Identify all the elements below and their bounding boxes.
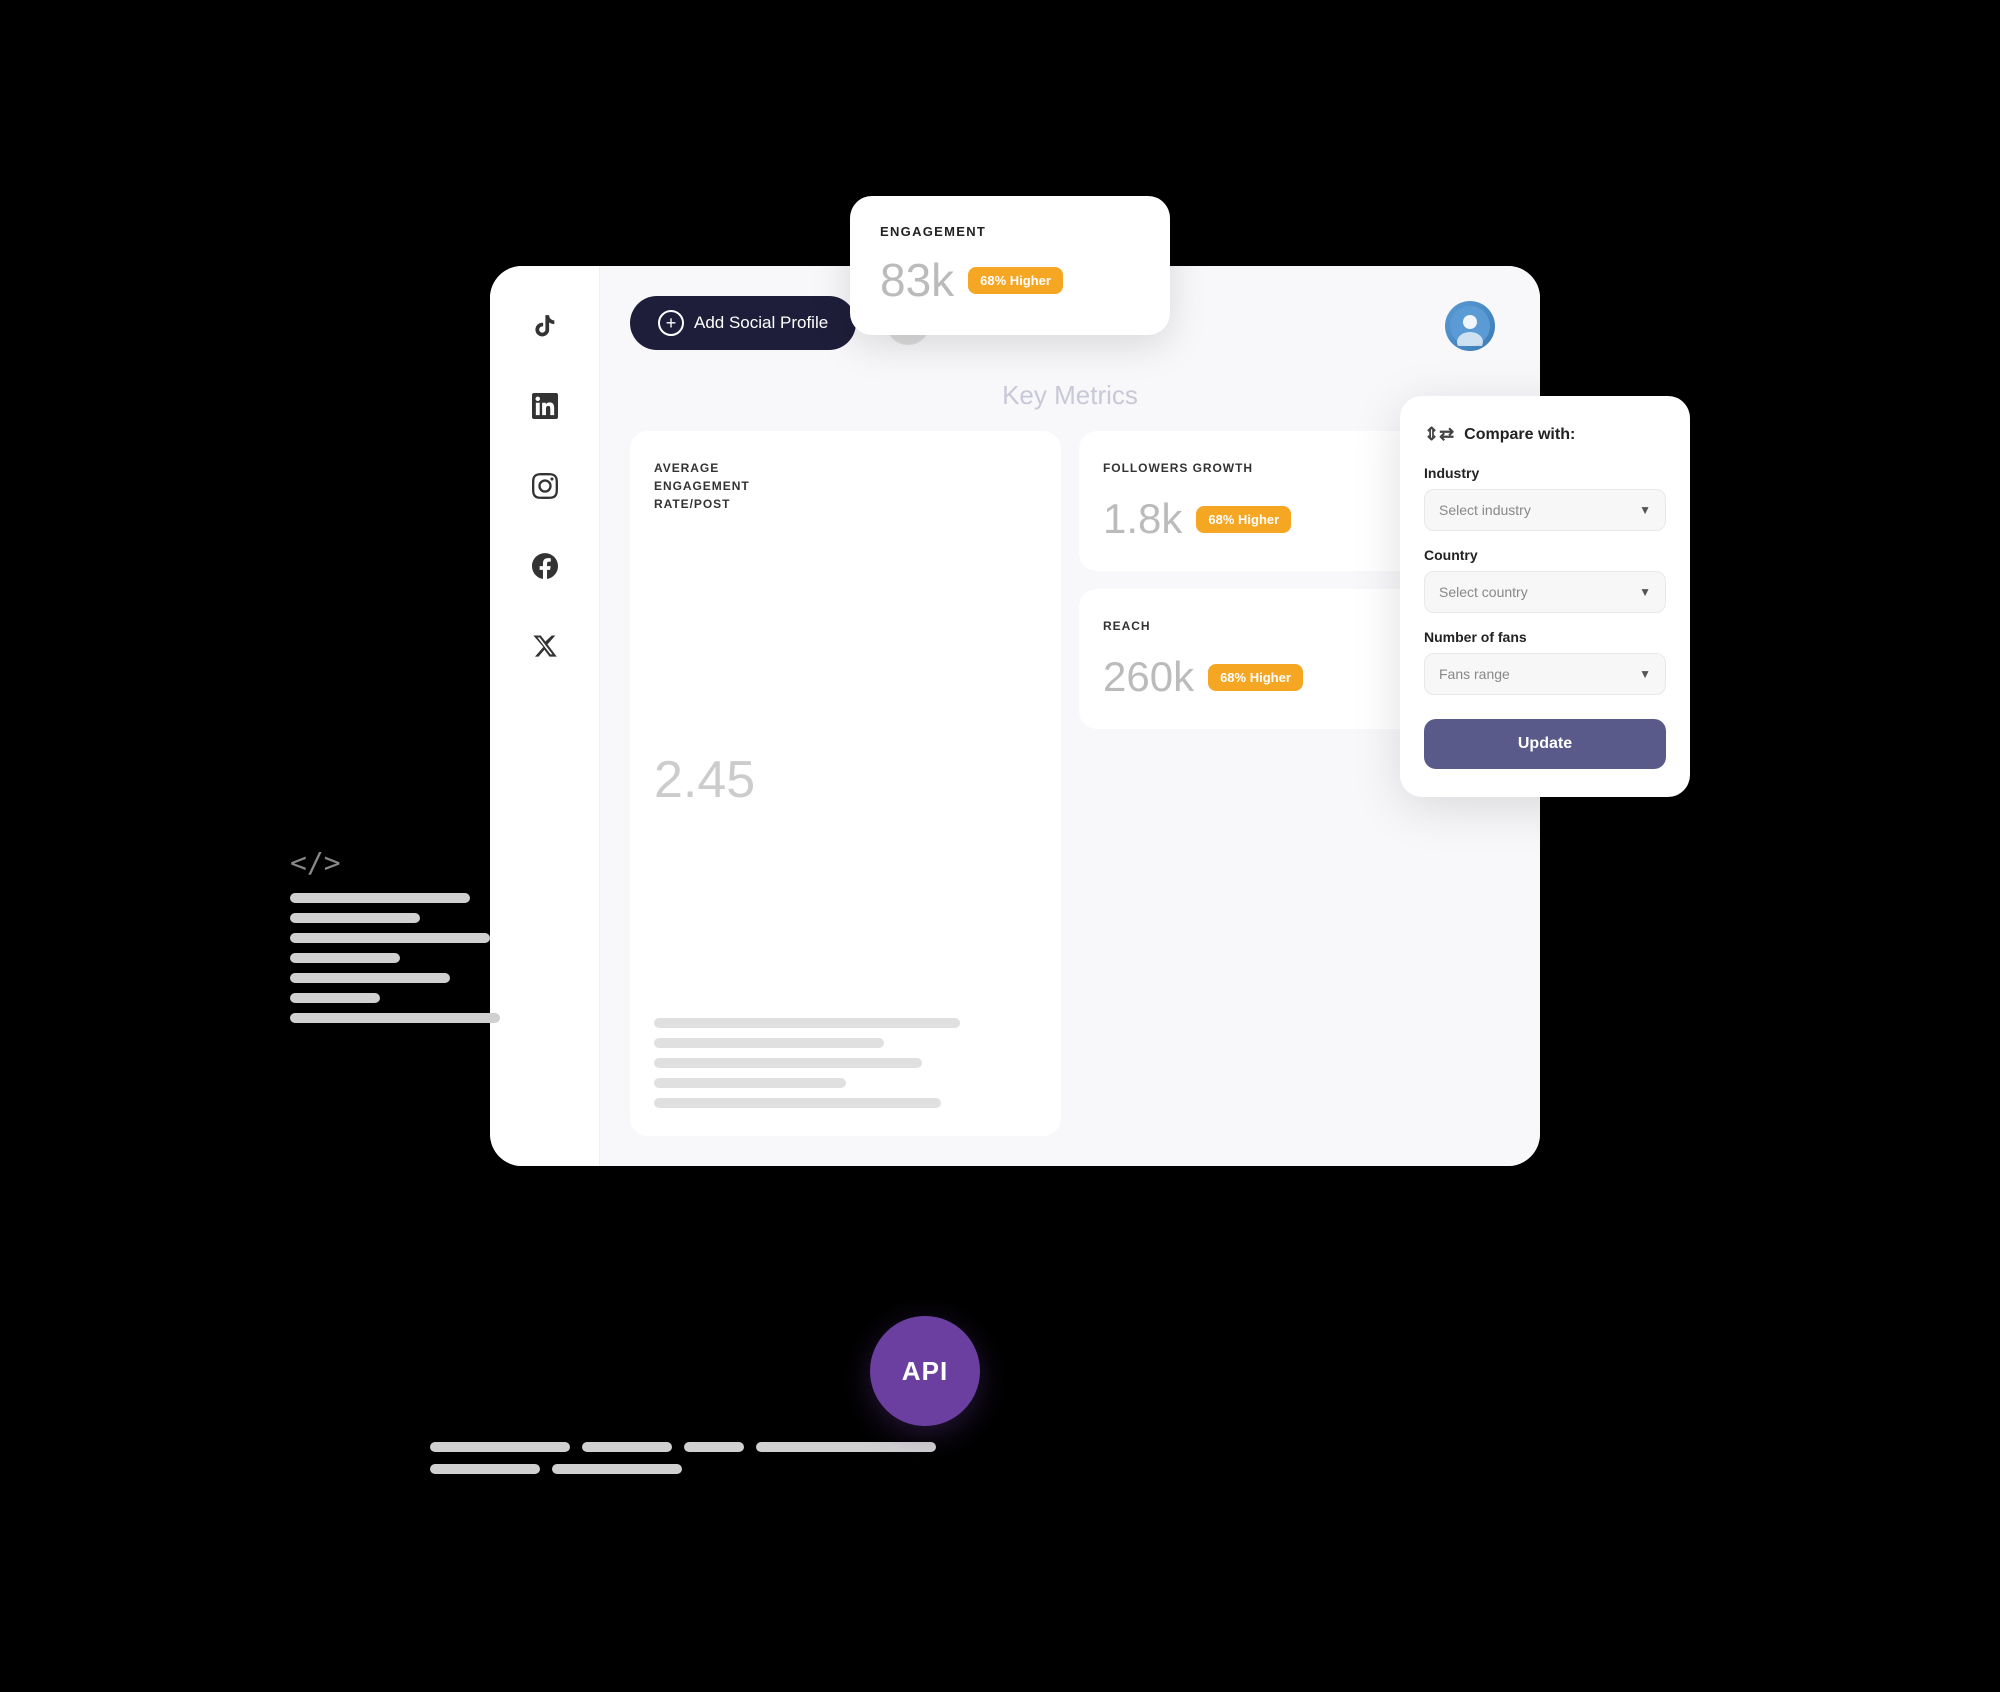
engagement-value: 83k xyxy=(880,253,954,307)
avg-engagement-card: AVERAGEENGAGEMENTRATE/POST 2.45 xyxy=(630,431,1061,1136)
country-placeholder: Select country xyxy=(1439,584,1528,600)
chevron-down-icon: ▼ xyxy=(1639,585,1651,599)
compare-panel: ⇕⇄ Compare with: Industry Select industr… xyxy=(1400,396,1690,797)
code-line xyxy=(290,893,470,903)
fans-select[interactable]: Fans range ▼ xyxy=(1424,653,1666,695)
avg-engagement-value: 2.45 xyxy=(654,750,1037,810)
skeleton-line xyxy=(654,1058,922,1068)
bottom-code-lines xyxy=(430,1442,936,1486)
skeleton-lines xyxy=(654,1018,1037,1108)
twitter-icon[interactable] xyxy=(525,626,565,666)
plus-circle-icon: + xyxy=(658,310,684,336)
compare-icon: ⇕⇄ xyxy=(1424,424,1454,445)
industry-label: Industry xyxy=(1424,465,1666,481)
add-profile-button[interactable]: + Add Social Profile xyxy=(630,296,856,350)
code-line xyxy=(290,933,490,943)
skeleton-line xyxy=(654,1018,960,1028)
bottom-line xyxy=(552,1464,682,1474)
instagram-icon[interactable] xyxy=(525,466,565,506)
bottom-line xyxy=(430,1464,540,1474)
followers-higher-badge: 68% Higher xyxy=(1196,506,1291,533)
main-content: + Add Social Profile Key Metrics AVERAGE… xyxy=(600,266,1540,1166)
api-badge-text: API xyxy=(902,1356,948,1387)
chevron-down-icon: ▼ xyxy=(1639,503,1651,517)
reach-higher-badge: 68% Higher xyxy=(1208,664,1303,691)
code-line xyxy=(290,913,420,923)
user-avatar xyxy=(1445,301,1495,351)
key-metrics-label: Key Metrics xyxy=(630,380,1510,411)
engagement-value-row: 83k 68% Higher xyxy=(880,253,1140,307)
industry-select[interactable]: Select industry ▼ xyxy=(1424,489,1666,531)
compare-title: ⇕⇄ Compare with: xyxy=(1424,424,1666,445)
chevron-down-icon: ▼ xyxy=(1639,667,1651,681)
dashboard-card: + Add Social Profile Key Metrics AVERAGE… xyxy=(490,266,1540,1166)
code-line xyxy=(290,973,450,983)
code-section: </> xyxy=(290,846,500,1023)
reach-value: 260k xyxy=(1103,653,1194,701)
metrics-grid: AVERAGEENGAGEMENTRATE/POST 2.45 FOLLOWER… xyxy=(630,431,1510,1136)
skeleton-line xyxy=(654,1078,846,1088)
linkedin-icon[interactable] xyxy=(525,386,565,426)
code-line-group xyxy=(290,893,500,1023)
engagement-badge: 68% Higher xyxy=(968,267,1063,294)
api-badge: API xyxy=(870,1316,980,1426)
bottom-line-row xyxy=(430,1464,936,1474)
tiktok-icon[interactable] xyxy=(525,306,565,346)
fans-label: Number of fans xyxy=(1424,629,1666,645)
update-button[interactable]: Update xyxy=(1424,719,1666,769)
skeleton-line xyxy=(654,1098,941,1108)
country-label: Country xyxy=(1424,547,1666,563)
code-line xyxy=(290,993,380,1003)
bottom-line xyxy=(756,1442,936,1452)
compare-title-text: Compare with: xyxy=(1464,426,1575,444)
code-line xyxy=(290,953,400,963)
engagement-label: ENGAGEMENT xyxy=(880,224,1140,239)
facebook-icon[interactable] xyxy=(525,546,565,586)
avg-engagement-title: AVERAGEENGAGEMENTRATE/POST xyxy=(654,459,1037,513)
add-profile-label: Add Social Profile xyxy=(694,313,828,333)
code-line xyxy=(290,1013,500,1023)
bottom-line xyxy=(684,1442,744,1452)
industry-placeholder: Select industry xyxy=(1439,502,1531,518)
fans-placeholder: Fans range xyxy=(1439,666,1510,682)
bottom-line xyxy=(582,1442,672,1452)
sidebar xyxy=(490,266,600,1166)
skeleton-line xyxy=(654,1038,884,1048)
bottom-line xyxy=(430,1442,570,1452)
country-select[interactable]: Select country ▼ xyxy=(1424,571,1666,613)
bottom-line-row xyxy=(430,1442,936,1452)
code-tag: </> xyxy=(290,846,500,879)
engagement-card: ENGAGEMENT 83k 68% Higher xyxy=(850,196,1170,335)
followers-growth-value: 1.8k xyxy=(1103,495,1182,543)
